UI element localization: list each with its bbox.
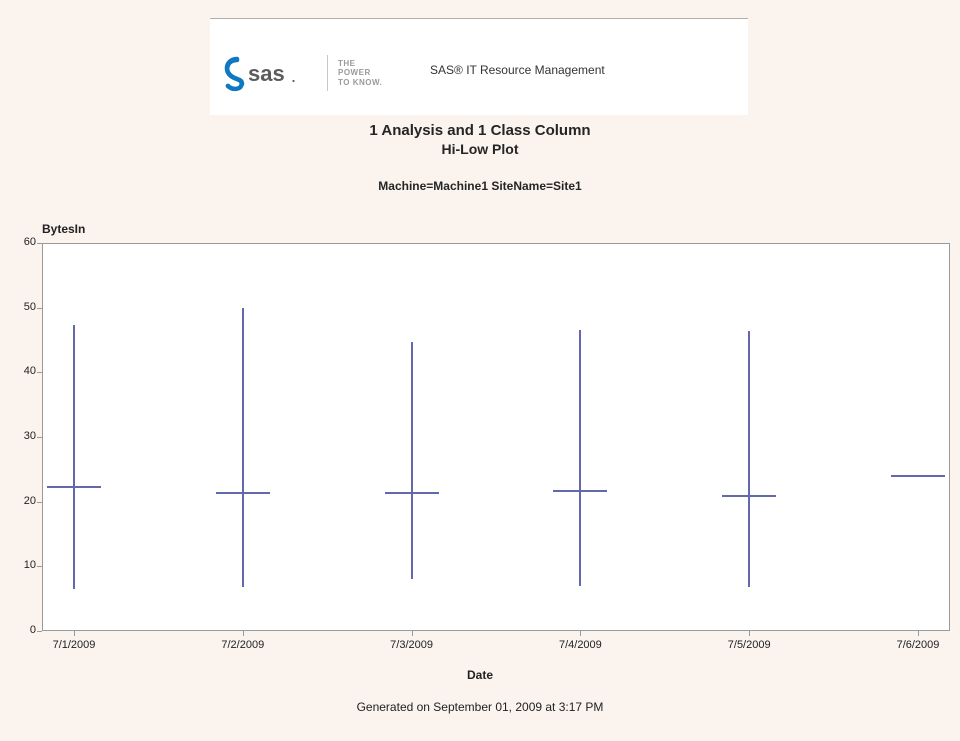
chart-title-1: 1 Analysis and 1 Class Column <box>0 122 960 139</box>
brand-block: sas THE POWER TO KNOW. <box>222 51 382 95</box>
y-tick <box>37 437 42 438</box>
brand-tagline: THE POWER TO KNOW. <box>338 59 382 88</box>
y-tick <box>37 502 42 503</box>
hilo-range <box>411 342 413 579</box>
y-tick <box>37 372 42 373</box>
hilo-mid <box>553 490 607 492</box>
y-axis-label: BytesIn <box>42 222 85 236</box>
x-tick <box>580 631 581 636</box>
report-header: sas THE POWER TO KNOW. SAS® IT Resource … <box>210 18 748 115</box>
chart-titles: 1 Analysis and 1 Class Column Hi-Low Plo… <box>0 122 960 193</box>
report-footer: Generated on September 01, 2009 at 3:17 … <box>0 700 960 714</box>
hilo-mid <box>722 495 776 497</box>
y-tick <box>37 566 42 567</box>
x-tick-label: 7/2/2009 <box>213 639 273 651</box>
x-tick-label: 7/6/2009 <box>888 639 948 651</box>
logo-divider <box>327 55 328 91</box>
y-tick-label: 50 <box>6 301 36 313</box>
hilo-range <box>73 325 75 589</box>
chart-subtitle: Machine=Machine1 SiteName=Site1 <box>0 179 960 193</box>
chart-title-2: Hi-Low Plot <box>0 141 960 157</box>
x-tick <box>74 631 75 636</box>
x-axis-label: Date <box>0 668 960 682</box>
y-tick <box>37 631 42 632</box>
y-tick <box>37 243 42 244</box>
y-tick <box>37 308 42 309</box>
y-tick-label: 20 <box>6 495 36 507</box>
x-tick-label: 7/5/2009 <box>719 639 779 651</box>
y-tick-label: 40 <box>6 365 36 377</box>
y-tick-label: 30 <box>6 430 36 442</box>
x-tick-label: 7/1/2009 <box>44 639 104 651</box>
x-tick-label: 7/4/2009 <box>550 639 610 651</box>
x-tick <box>243 631 244 636</box>
hilo-range <box>579 330 581 586</box>
y-tick-label: 60 <box>6 236 36 248</box>
x-tick-label: 7/3/2009 <box>382 639 442 651</box>
x-tick <box>918 631 919 636</box>
hilo-mid <box>216 492 270 494</box>
y-tick-label: 10 <box>6 559 36 571</box>
hilo-mid <box>47 486 101 488</box>
hilo-mid <box>891 475 945 477</box>
x-tick <box>412 631 413 636</box>
hilo-mid <box>385 492 439 494</box>
x-tick <box>749 631 750 636</box>
svg-text:sas: sas <box>248 61 285 86</box>
hilo-range <box>748 331 750 587</box>
product-name: SAS® IT Resource Management <box>430 63 605 77</box>
hilo-range <box>242 308 244 587</box>
y-tick-label: 0 <box>6 624 36 636</box>
sas-logo-icon: sas <box>222 51 317 95</box>
plot-area <box>42 243 950 631</box>
